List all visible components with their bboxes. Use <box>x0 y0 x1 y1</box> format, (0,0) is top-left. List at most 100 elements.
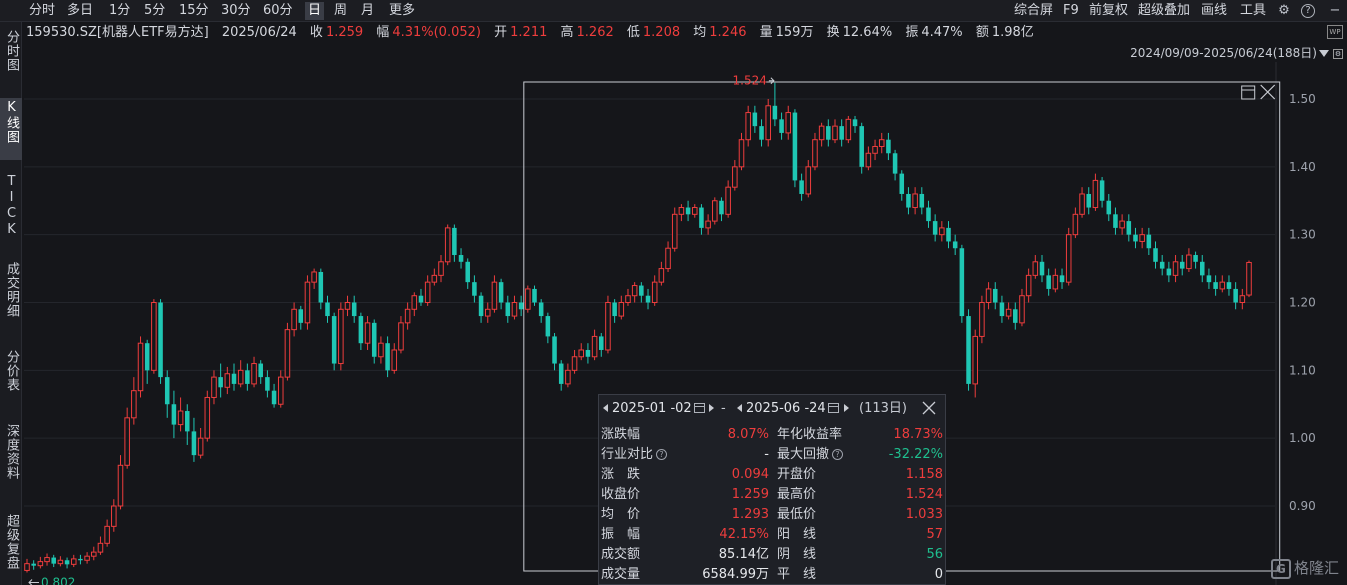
left-nav-item-5[interactable]: 深度资料 <box>0 422 22 498</box>
left-nav-item-3[interactable]: 成交明细 <box>0 260 22 336</box>
candle-body <box>1199 261 1205 276</box>
candle-body <box>44 557 50 563</box>
candle <box>932 214 938 242</box>
period-tab-1[interactable]: 多日 <box>64 2 96 20</box>
candle-body <box>591 335 598 358</box>
candle-body <box>651 281 658 303</box>
period-tab-10[interactable]: 更多 <box>386 2 418 20</box>
candle <box>1106 193 1112 222</box>
candle <box>237 360 244 388</box>
left-nav-item-4[interactable]: 分价表 <box>0 348 22 410</box>
stat-label: 阳 线 <box>777 525 816 544</box>
dropdown-caret-icon[interactable] <box>1319 50 1329 57</box>
candle <box>144 339 150 384</box>
candle-body <box>298 309 304 323</box>
candle-body <box>505 302 511 317</box>
start-calendar-icon[interactable] <box>694 403 705 413</box>
toolbar-item-1[interactable]: F9 <box>1063 2 1079 20</box>
candle-body <box>985 288 992 303</box>
turnover-value: 12.64% <box>842 25 893 40</box>
help-icon[interactable]: ? <box>656 449 668 460</box>
toolbar-item-5[interactable]: 工具 <box>1240 2 1266 20</box>
candle-body <box>926 207 931 222</box>
period-tab-3[interactable]: 5分 <box>141 2 168 20</box>
candle-body <box>1119 220 1125 229</box>
date-range[interactable]: 2024/09/09-2025/06/24(188日) ⚙ <box>1130 46 1343 60</box>
left-nav-item-2[interactable]: TICK <box>0 172 22 248</box>
help-icon[interactable]: ? <box>1301 4 1315 18</box>
candle-body <box>57 559 64 565</box>
candle-body <box>277 376 284 405</box>
minimize-icon[interactable]: − <box>1326 2 1344 20</box>
wp-badge-icon[interactable]: WP <box>1327 25 1343 39</box>
toolbar-item-2[interactable]: 前复权 <box>1089 2 1128 20</box>
candle <box>972 329 978 398</box>
period-tab-4[interactable]: 15分 <box>176 2 212 20</box>
period-tab-2[interactable]: 1分 <box>106 2 133 20</box>
candle <box>385 336 390 378</box>
candle-body <box>1039 261 1045 276</box>
maximize-icon[interactable] <box>1241 85 1256 100</box>
period-tab-0[interactable]: 分时 <box>26 2 58 20</box>
left-nav-item-6[interactable]: 超级复盘 <box>0 512 22 585</box>
candle-body <box>725 186 731 215</box>
candle <box>64 557 70 569</box>
candle-body <box>732 166 738 188</box>
candle-body <box>171 404 177 425</box>
low-value: 1.208 <box>642 25 681 40</box>
candle <box>291 302 297 337</box>
candle-body <box>1106 200 1112 215</box>
candle <box>1032 255 1039 279</box>
candle <box>438 255 444 283</box>
candle <box>999 295 1005 323</box>
candle-body <box>404 308 411 324</box>
toolbar-item-0[interactable]: 综合屏 <box>1014 2 1053 20</box>
start-prev-icon[interactable] <box>603 404 608 412</box>
range-settings-icon[interactable]: ⚙ <box>1333 48 1343 59</box>
candle-body <box>251 363 257 385</box>
candle-body <box>618 302 625 317</box>
end-prev-icon[interactable] <box>737 404 742 412</box>
help-icon[interactable]: ? <box>832 449 844 460</box>
settings-icon[interactable]: ⚙ <box>1275 2 1293 20</box>
period-tab-9[interactable]: 月 <box>358 2 377 20</box>
left-nav-item-0[interactable]: 分时图 <box>0 28 22 86</box>
candle <box>892 149 898 181</box>
candle <box>424 275 431 306</box>
period-tab-7[interactable]: 日 <box>305 2 325 20</box>
period-tab-5[interactable]: 30分 <box>218 2 254 20</box>
candle-body <box>331 316 337 364</box>
candle <box>805 160 812 198</box>
candle-body <box>398 322 404 351</box>
candle-body <box>291 308 297 331</box>
candle-body <box>1186 254 1192 270</box>
candle <box>284 322 291 381</box>
stat-label: 涨 跌 <box>601 465 640 484</box>
candle <box>84 552 90 564</box>
candle <box>665 241 671 272</box>
left-nav-item-1[interactable]: K线图 <box>0 98 22 160</box>
candle <box>245 363 250 391</box>
toolbar-item-4[interactable]: 画线 <box>1201 2 1227 20</box>
candle <box>478 292 484 323</box>
candle <box>565 363 571 388</box>
selection-controls[interactable] <box>1241 84 1276 100</box>
end-date[interactable]: 2025-06 -24 <box>746 400 826 418</box>
end-calendar-icon[interactable] <box>828 403 839 413</box>
period-tab-8[interactable]: 周 <box>331 2 350 20</box>
candle <box>70 554 77 568</box>
low-label: 低 <box>626 25 640 40</box>
candle-body <box>812 139 818 168</box>
toolbar-item-3[interactable]: 超级叠加 <box>1138 2 1190 20</box>
start-date[interactable]: 2025-01 -02 <box>612 400 692 418</box>
stat-label-text: 均 价 <box>601 507 641 522</box>
candle <box>699 204 704 235</box>
end-next-icon[interactable] <box>844 404 849 412</box>
period-tab-6[interactable]: 60分 <box>260 2 296 20</box>
close-icon[interactable] <box>921 400 937 416</box>
candle-body <box>131 390 137 419</box>
start-next-icon[interactable] <box>709 404 714 412</box>
candle-body <box>545 316 551 337</box>
candle-body <box>558 363 564 384</box>
close-selection-icon[interactable] <box>1260 84 1276 100</box>
